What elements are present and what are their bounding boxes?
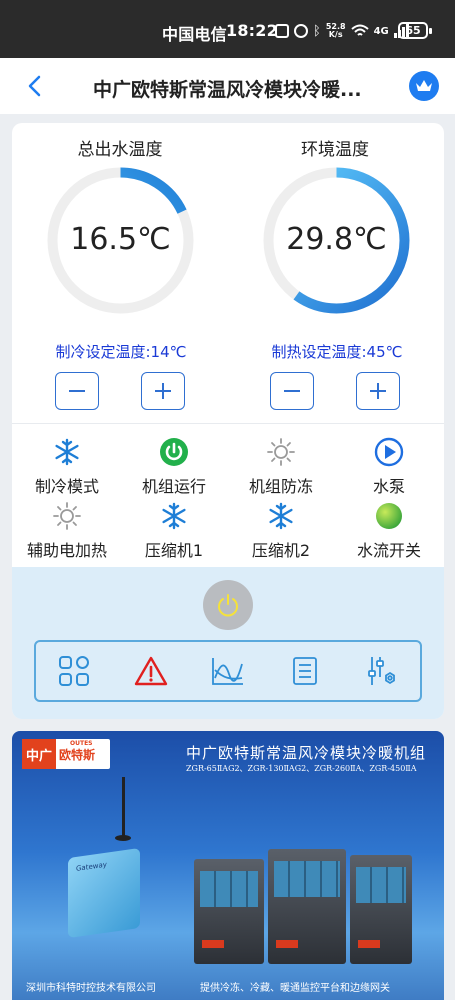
power-button[interactable] [203,580,253,630]
play-icon [374,437,404,467]
banner-company: 深圳市科特时控技术有限公司 [26,983,156,994]
antenna-image [122,777,125,839]
heating-decrease-button[interactable] [270,372,314,410]
status-label: 压缩机2 [251,541,311,560]
heating-setpoint-label: 制热设定温度:45℃ [271,343,403,361]
logo-cn: 中广 [22,739,57,769]
wifi-icon [350,24,369,36]
clock: 18:22 [226,21,278,40]
page-title: 中广欧特斯常温风冷模块冷暖... [93,79,362,101]
status-label: 水泵 [372,477,405,496]
status-label: 压缩机1 [144,541,204,560]
green-dot-icon [374,501,404,531]
minus-icon [284,390,300,392]
cooling-setpoint-label: 制冷设定温度:14℃ [55,343,187,361]
alarm-button[interactable] [131,651,171,691]
divider [12,423,444,424]
banner-models: ZGR-65ⅡAG2、ZGR-130ⅡAG2、ZGR-260ⅡA、ZGR-450… [186,764,417,773]
power-on-icon [159,437,189,467]
status-compressor-1: 压缩机1 [119,501,229,561]
chart-icon [212,658,243,685]
crown-icon [416,80,432,91]
carrier-name: 中国电信 [162,25,227,44]
power-icon [218,594,238,617]
chevron-left-icon [28,75,41,97]
back-button[interactable] [18,70,50,102]
grid-icon [59,656,90,686]
cooling-increase-button[interactable] [141,372,185,410]
sun-icon [266,437,296,467]
ambient-temp-value: 29.8℃ [286,222,387,257]
status-unit-running: 机组运行 [119,437,229,497]
status-label: 机组防冻 [248,477,313,496]
gateway-device-image: Gateway [68,847,140,939]
logo-en: OUTES [70,740,93,747]
control-area [12,567,444,719]
status-label: 辅助电加热 [26,541,107,560]
logo-brand: 欧特斯 [59,747,96,762]
vip-button[interactable] [409,71,439,101]
nfc-icon [275,24,289,38]
status-label: 机组运行 [141,477,206,496]
device-panel: 总出水温度 16.5℃ 环境温度 29.8℃ 制冷设定温度:14℃ 制热设定温度… [12,123,444,719]
status-compressor-2: 压缩机2 [226,501,336,561]
settings-button[interactable] [362,651,402,691]
overview-button[interactable] [54,651,94,691]
hvac-unit-image [268,849,346,964]
banner-title: 中广欧特斯常温风冷模块冷暖机组 [186,744,427,762]
speed-unit: K/s [328,30,343,39]
plus-icon [370,383,386,399]
status-label: 制冷模式 [34,477,99,496]
function-toolbar [34,640,422,702]
outlet-temp-value: 16.5℃ [70,222,171,257]
network-speed: 52.8 K/s [326,23,346,39]
minus-icon [69,390,85,392]
ambient-temp-label: 环境温度 [301,140,369,160]
status-bar: 中国电信 18:22 ᛒ 52.8 K/s 4G 65 [0,0,455,58]
trend-chart-button[interactable] [208,651,248,691]
alarm-clock-icon [294,24,308,38]
promo-banner[interactable]: 中广 欧特斯 OUTES 中广欧特斯常温风冷模块冷暖机组 ZGR-65ⅡAG2、… [12,731,444,1000]
status-cooling-mode: 制冷模式 [12,437,122,497]
nav-bar: 中广欧特斯常温风冷模块冷暖... [0,58,455,114]
status-water-pump: 水泵 [334,437,444,497]
bluetooth-icon: ᛒ [313,23,321,39]
plus-icon [155,383,171,399]
snowflake-icon [52,437,82,467]
antenna-base-image [115,835,131,841]
hvac-unit-image [350,855,412,964]
snowflake-icon [266,501,296,531]
network-type: 4G [373,25,389,37]
status-label: 水流开关 [356,541,421,560]
hvac-unit-image [194,859,264,964]
brand-logo: 中广 欧特斯 OUTES [22,739,110,769]
alarm-icon [134,656,168,686]
status-icons: ᛒ 52.8 K/s 4G [275,20,410,42]
status-antifreeze: 机组防冻 [226,437,336,497]
outlet-temp-label: 总出水温度 [77,140,163,160]
snowflake-icon [159,501,189,531]
status-flow-switch: 水流开关 [334,501,444,561]
heating-increase-button[interactable] [356,372,400,410]
settings-icon [367,657,395,685]
banner-slogan: 提供冷冻、冷藏、暖通监控平台和边缘网关 [200,983,390,994]
device-label: Gateway [76,860,107,873]
list-icon [292,657,317,685]
battery-indicator: 65 [398,22,432,39]
status-aux-heater: 辅助电加热 [12,501,122,561]
sun-icon [52,501,82,531]
records-button[interactable] [285,651,325,691]
cooling-decrease-button[interactable] [55,372,99,410]
